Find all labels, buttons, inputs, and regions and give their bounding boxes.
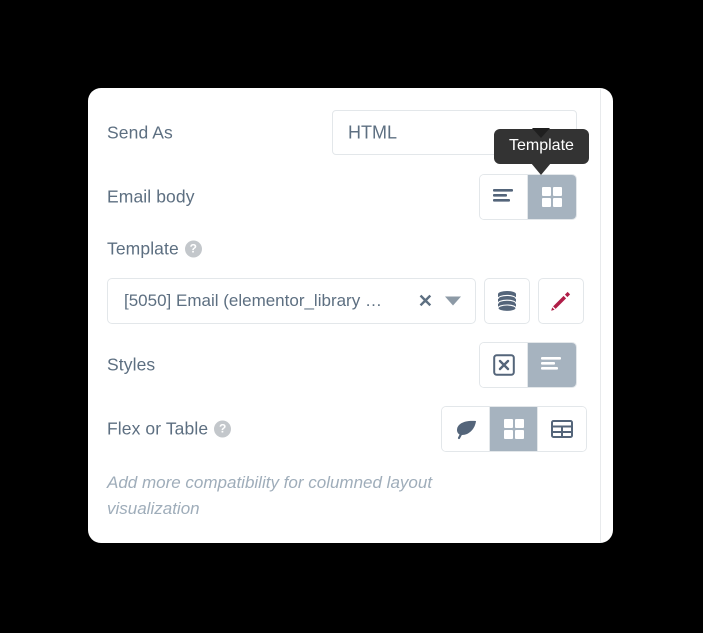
template-tooltip: Template <box>494 128 589 175</box>
email-body-label: Email body <box>107 186 195 207</box>
no-style-icon <box>492 354 515 376</box>
flex-or-table-toggle-group[interactable] <box>441 406 587 452</box>
flex-or-table-help-icon[interactable]: ? <box>214 420 232 438</box>
tooltip-arrow-top-icon <box>532 128 551 138</box>
send-as-value: HTML <box>348 122 397 142</box>
template-edit-button[interactable] <box>538 278 584 324</box>
template-clear-button[interactable]: ✕ <box>418 292 433 310</box>
template-database-button[interactable] <box>484 278 530 324</box>
email-body-toggle-group[interactable] <box>479 174 577 220</box>
template-select[interactable]: [5050] Email (elementor_library … ✕ <box>107 278 476 324</box>
align-left-icon <box>541 357 561 370</box>
pencil-icon <box>551 291 571 311</box>
flex-or-table-help-text: Add more compatibility for columned layo… <box>107 473 433 519</box>
chevron-down-icon[interactable] <box>445 296 461 306</box>
tooltip-arrow-bottom-icon <box>531 163 552 175</box>
email-body-option-grid[interactable] <box>528 175 576 219</box>
tooltip-label: Template <box>509 137 574 154</box>
align-left-icon <box>492 189 513 202</box>
grid-four-icon <box>503 419 524 439</box>
flex-option-grid[interactable] <box>490 407 538 451</box>
template-help-icon[interactable]: ? <box>184 240 202 258</box>
template-label-text: Template <box>107 238 179 259</box>
flex-option-leaf[interactable] <box>442 407 490 451</box>
grid-four-icon <box>542 187 562 207</box>
flex-option-table[interactable] <box>538 407 586 451</box>
email-body-option-align-left[interactable] <box>480 175 528 219</box>
flex-or-table-label-text: Flex or Table <box>107 418 209 439</box>
styles-label: Styles <box>107 354 156 375</box>
styles-toggle-group[interactable] <box>479 342 577 388</box>
row-template-controls: [5050] Email (elementor_library … ✕ <box>88 266 613 336</box>
template-select-value: [5050] Email (elementor_library … <box>124 291 382 310</box>
leaf-icon <box>456 420 476 440</box>
send-as-label: Send As <box>107 122 173 143</box>
template-label: Template? <box>107 239 202 260</box>
table-icon <box>551 420 573 438</box>
flex-or-table-label: Flex or Table? <box>107 418 232 440</box>
database-icon <box>497 290 517 312</box>
styles-option-none[interactable] <box>480 343 528 387</box>
styles-option-styled[interactable] <box>528 343 576 387</box>
